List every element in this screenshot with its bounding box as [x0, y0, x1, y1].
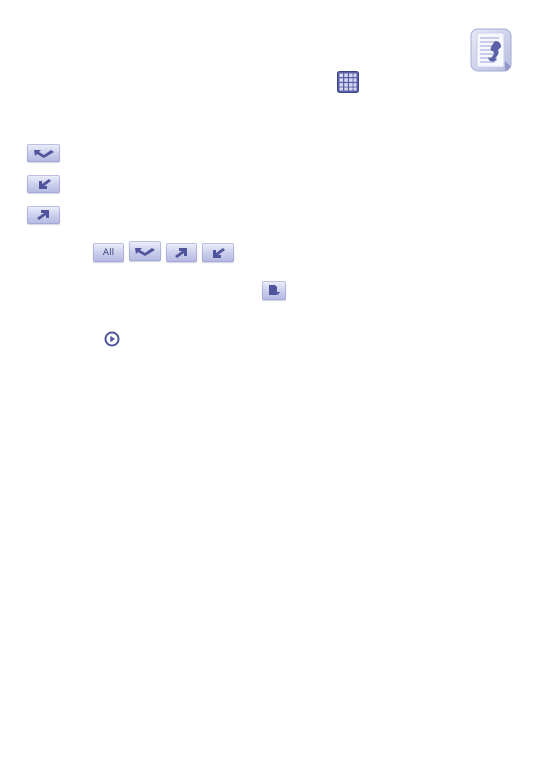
tab-outgoing[interactable] [166, 243, 197, 262]
save-to-sim-icon [262, 281, 286, 300]
tab-all-label: All [102, 247, 115, 258]
incoming-call-icon [27, 175, 60, 193]
tab-all[interactable]: All [93, 243, 124, 262]
app-grid-icon [337, 71, 359, 93]
play-icon [104, 331, 120, 347]
call-log-app-icon [469, 27, 513, 73]
outgoing-call-icon [27, 206, 60, 224]
tab-incoming[interactable] [202, 243, 234, 262]
tab-missed[interactable] [129, 241, 161, 261]
incoming-call-icon [211, 247, 225, 259]
missed-call-icon [133, 245, 157, 257]
missed-call-icon [27, 144, 60, 162]
outgoing-call-icon [174, 247, 189, 259]
